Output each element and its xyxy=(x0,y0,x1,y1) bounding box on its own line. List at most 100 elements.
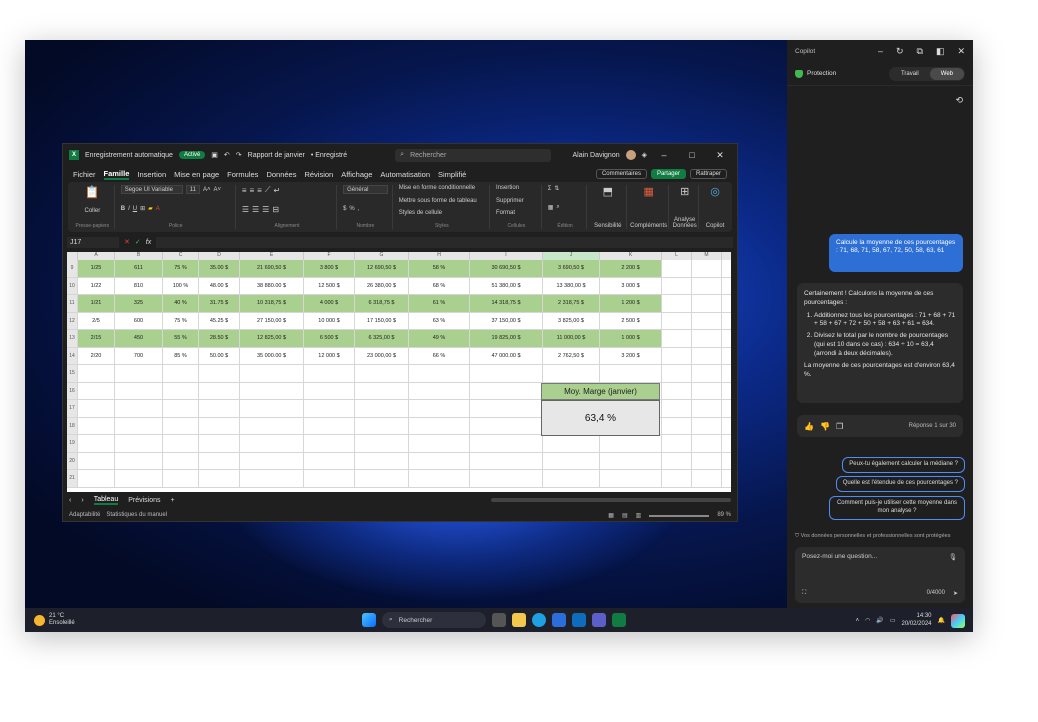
table-cell[interactable] xyxy=(78,417,115,434)
table-cell[interactable]: 31.75 $ xyxy=(199,295,240,312)
table-cell[interactable] xyxy=(692,277,722,294)
response-counter[interactable]: Réponse 1 sur 30 xyxy=(909,423,956,429)
history-icon[interactable]: ⟲ xyxy=(955,95,963,106)
table-cell[interactable]: 27 150,00 $ xyxy=(240,312,304,329)
addins-button[interactable]: Compléments xyxy=(630,223,667,229)
row-header[interactable]: 19 xyxy=(67,435,78,452)
table-cell[interactable] xyxy=(692,400,722,417)
table-format-button[interactable]: Mettre sous forme de tableau xyxy=(399,198,485,204)
table-cell[interactable]: 12 500 $ xyxy=(304,277,355,294)
thumbs-down-icon[interactable]: 👎 xyxy=(820,422,830,431)
table-cell[interactable] xyxy=(355,452,409,469)
close-icon[interactable]: ✕ xyxy=(957,46,965,57)
table-cell[interactable] xyxy=(543,452,600,469)
table-cell[interactable] xyxy=(304,365,355,382)
percent-icon[interactable]: % xyxy=(349,206,354,212)
grow-font-icon[interactable]: A˄ xyxy=(203,187,211,193)
table-cell[interactable]: 2/20 xyxy=(78,347,115,364)
table-cell[interactable]: 58 % xyxy=(409,260,470,277)
menu-automatisation[interactable]: Automatisation xyxy=(380,170,430,179)
status-stats[interactable]: Statistiques du manuel xyxy=(106,512,167,518)
table-cell[interactable]: 35.00 $ xyxy=(199,260,240,277)
sheet-tab-previsions[interactable]: Prévisions xyxy=(128,497,160,504)
table-cell[interactable]: 450 xyxy=(115,330,163,347)
suggestion-2[interactable]: Quelle est l'étendue de ces pourcentages… xyxy=(835,476,965,492)
table-cell[interactable] xyxy=(470,417,543,434)
dock-icon[interactable]: ◧ xyxy=(936,46,945,57)
table-cell[interactable] xyxy=(662,382,692,399)
table-cell[interactable] xyxy=(78,365,115,382)
table-cell[interactable] xyxy=(163,417,199,434)
screenshot-icon[interactable]: ⛶ xyxy=(802,590,806,597)
menu-revision[interactable]: Révision xyxy=(304,170,333,179)
suggestion-3[interactable]: Comment puis-je utiliser cette moyenne d… xyxy=(829,496,965,520)
formula-input[interactable] xyxy=(156,236,733,248)
table-cell[interactable] xyxy=(662,312,692,329)
number-format-select[interactable]: Général xyxy=(343,185,388,194)
volume-icon[interactable]: 🔊 xyxy=(876,617,883,624)
edge-icon[interactable] xyxy=(532,613,546,627)
align-bottom-icon[interactable]: ≡ xyxy=(257,186,262,195)
col-header-e[interactable]: E xyxy=(240,252,304,260)
table-cell[interactable]: 13 380,00 $ xyxy=(543,277,600,294)
table-cell[interactable]: 75 % xyxy=(163,260,199,277)
table-cell[interactable] xyxy=(78,382,115,399)
table-cell[interactable] xyxy=(692,295,722,312)
table-cell[interactable] xyxy=(662,400,692,417)
sum-icon[interactable]: Σ xyxy=(548,186,552,192)
table-cell[interactable]: 55 % xyxy=(163,330,199,347)
table-cell[interactable] xyxy=(662,452,692,469)
col-header-f[interactable]: F xyxy=(304,252,355,260)
format-button[interactable]: Format xyxy=(496,210,537,216)
summary-value-cell[interactable]: 63,4 % xyxy=(541,400,660,436)
table-cell[interactable]: 17 150,00 $ xyxy=(355,312,409,329)
table-cell[interactable] xyxy=(600,452,662,469)
table-cell[interactable]: 6 500 $ xyxy=(304,330,355,347)
table-cell[interactable]: 325 xyxy=(115,295,163,312)
currency-icon[interactable]: $ xyxy=(343,206,346,212)
minimize-icon[interactable]: – xyxy=(878,46,883,57)
ask-input[interactable]: Posez-moi une question... 🎙 ⛶ 0/4000 ➤ xyxy=(795,547,965,603)
row-header[interactable]: 9 xyxy=(67,260,78,277)
next-sheet-icon[interactable]: › xyxy=(81,497,83,504)
sheet-tab-tableau[interactable]: Tableau xyxy=(93,496,119,505)
comments-button[interactable]: Commentaires xyxy=(595,169,647,179)
col-header-j[interactable]: J xyxy=(543,252,600,260)
tab-web[interactable]: Web xyxy=(929,67,964,80)
bold-icon[interactable]: B xyxy=(121,206,125,212)
insert-button[interactable]: Insertion xyxy=(496,185,537,191)
table-cell[interactable] xyxy=(355,470,409,487)
table-cell[interactable] xyxy=(240,400,304,417)
maximize-icon[interactable]: □ xyxy=(681,150,703,160)
suggestion-1[interactable]: Peux-tu également calculer la médiane ? xyxy=(842,457,965,473)
table-cell[interactable] xyxy=(662,470,692,487)
table-cell[interactable] xyxy=(78,400,115,417)
table-cell[interactable] xyxy=(304,417,355,434)
table-cell[interactable]: 63 % xyxy=(409,312,470,329)
table-cell[interactable] xyxy=(240,452,304,469)
table-cell[interactable]: 61 % xyxy=(409,295,470,312)
fill-icon[interactable]: ▦ xyxy=(548,204,554,211)
table-cell[interactable] xyxy=(355,435,409,452)
row-header[interactable]: 18 xyxy=(67,417,78,434)
table-cell[interactable]: 50.00 $ xyxy=(199,347,240,364)
table-cell[interactable] xyxy=(78,470,115,487)
cond-format-button[interactable]: Mise en forme conditionnelle xyxy=(399,185,485,191)
table-cell[interactable]: 19 825,00 $ xyxy=(470,330,543,347)
mic-icon[interactable]: 🎙 xyxy=(949,553,957,561)
table-cell[interactable]: 49 % xyxy=(409,330,470,347)
row-header[interactable]: 16 xyxy=(67,382,78,399)
table-cell[interactable] xyxy=(163,382,199,399)
teams-icon[interactable] xyxy=(592,613,606,627)
font-name-select[interactable]: Segoe UI Variable xyxy=(120,185,183,194)
table-cell[interactable] xyxy=(543,365,600,382)
table-cell[interactable] xyxy=(163,435,199,452)
tab-travail[interactable]: Travail xyxy=(890,68,930,80)
table-cell[interactable]: 48.00 $ xyxy=(199,277,240,294)
summary-label-cell[interactable]: Moy. Marge (janvier) xyxy=(541,383,660,400)
shrink-font-icon[interactable]: A˅ xyxy=(213,187,221,193)
table-cell[interactable] xyxy=(470,382,543,399)
name-box[interactable]: J17 xyxy=(67,236,119,248)
col-header-m[interactable]: M xyxy=(692,252,722,260)
table-cell[interactable] xyxy=(409,400,470,417)
